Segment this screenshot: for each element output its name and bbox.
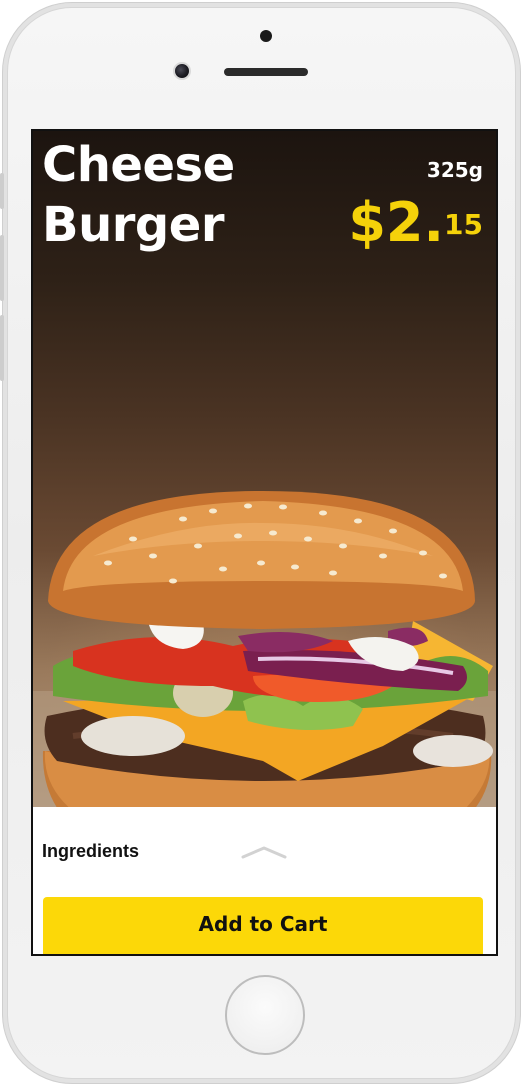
volume-down-button (0, 315, 4, 381)
product-title: Cheese Burger (42, 135, 235, 255)
mute-switch (0, 173, 4, 209)
home-button[interactable] (225, 975, 305, 1055)
price-main: $2. (348, 191, 445, 254)
add-to-cart-button[interactable]: Add to Cart (43, 897, 483, 954)
burger-illustration (33, 491, 496, 807)
chevron-up-icon[interactable] (241, 845, 287, 859)
front-camera (173, 62, 191, 80)
earpiece-speaker (224, 68, 308, 76)
price-cents: 15 (444, 208, 483, 241)
ingredients-label[interactable]: Ingredients (42, 841, 139, 862)
proximity-sensor (260, 30, 272, 42)
product-title-line2: Burger (42, 197, 225, 253)
product-weight: 325g (426, 158, 483, 182)
volume-up-button (0, 235, 4, 301)
product-hero-image: Cheese Burger 325g $2.15 (33, 131, 496, 807)
app-screen: Cheese Burger 325g $2.15 Ingredients Add… (31, 129, 498, 956)
product-title-line1: Cheese (42, 137, 235, 193)
product-price: $2.15 (348, 193, 483, 253)
